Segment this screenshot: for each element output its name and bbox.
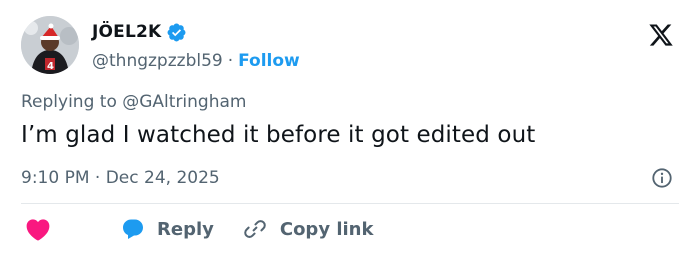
reply-label: Reply <box>157 218 214 240</box>
author-handle[interactable]: @thngzpzzbl59 <box>92 51 223 71</box>
copy-link-button[interactable]: Copy link <box>214 218 374 240</box>
verified-badge-icon <box>166 22 187 43</box>
copy-link-label: Copy link <box>279 218 374 240</box>
replying-prefix: Replying to <box>21 92 117 112</box>
reply-bubble-icon <box>121 218 145 240</box>
heart-icon <box>25 217 51 241</box>
x-logo-icon[interactable] <box>648 22 674 48</box>
follow-button[interactable]: Follow <box>238 51 300 71</box>
divider <box>21 203 679 204</box>
like-button[interactable] <box>21 217 51 241</box>
action-bar: Reply Copy link <box>21 214 373 244</box>
link-icon <box>244 218 266 240</box>
timestamp-separator: · <box>94 168 101 188</box>
tweet-time[interactable]: 9:10 PM <box>21 168 90 188</box>
tweet-text: I’m glad I watched it before it got edit… <box>21 122 536 148</box>
handle-separator: · <box>227 51 234 71</box>
svg-text:4: 4 <box>47 61 54 72</box>
reply-mention-link[interactable]: @GAltringham <box>122 92 246 112</box>
replying-to-line: Replying to @GAltringham <box>21 92 246 112</box>
reply-button[interactable]: Reply <box>51 218 214 240</box>
tweet-timestamp[interactable]: 9:10 PM · Dec 24, 2025 <box>21 168 220 188</box>
author-display-name[interactable]: JÖEL2K <box>92 22 161 42</box>
info-icon[interactable] <box>651 167 673 189</box>
tweet-date[interactable]: Dec 24, 2025 <box>106 168 220 188</box>
avatar[interactable]: 4 <box>21 16 79 74</box>
author-block: JÖEL2K @thngzpzzbl59 · Follow <box>92 19 300 75</box>
